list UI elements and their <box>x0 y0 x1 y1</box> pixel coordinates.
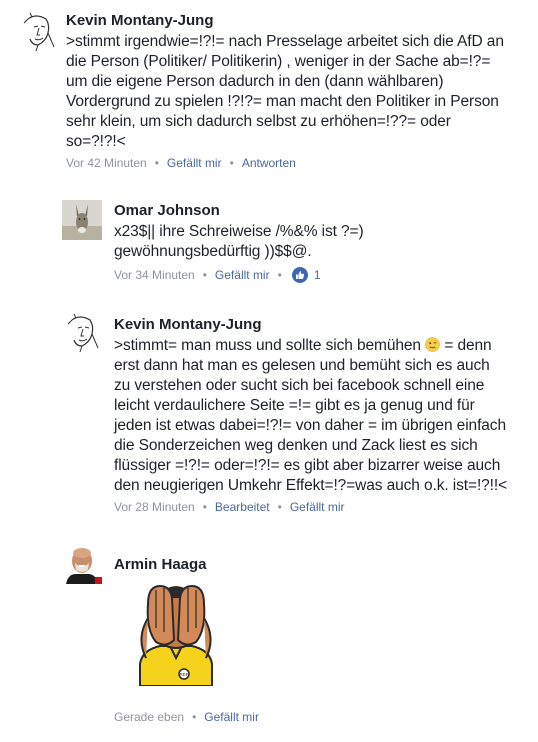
sticker-badge-text: REF <box>180 672 189 677</box>
sketch-face-avatar[interactable] <box>62 312 102 352</box>
referee-facepalm-sticker[interactable]: REF <box>126 578 226 687</box>
like-button[interactable]: Gefällt mir <box>215 268 270 282</box>
wink-emoji-icon <box>425 337 440 352</box>
comment-author[interactable]: Kevin Montany-Jung <box>66 12 214 29</box>
comment-time[interactable]: Vor 28 Minuten <box>114 500 195 514</box>
separator-dot: • <box>277 268 282 282</box>
reply-button[interactable]: Antworten <box>242 156 296 170</box>
comment-2: Omar Johnson x23$|| ihre Schreiweise /%&… <box>0 190 538 290</box>
edited-link[interactable]: Bearbeitet <box>215 500 270 514</box>
donkey-avatar[interactable] <box>62 200 102 240</box>
separator-dot: • <box>202 268 207 282</box>
comment-text: >stimmt= man muss und sollte sich bemühe… <box>114 336 534 496</box>
separator-dot: • <box>277 500 282 514</box>
like-button[interactable]: Gefällt mir <box>204 710 259 724</box>
comment-time[interactable]: Vor 42 Minuten <box>66 156 147 170</box>
separator-dot: • <box>229 156 234 170</box>
comment-author[interactable]: Omar Johnson <box>114 202 220 219</box>
sketch-face-avatar[interactable] <box>18 11 58 51</box>
comment-1: Kevin Montany-Jung >stimmt irgendwie=!?!… <box>0 0 538 180</box>
like-button[interactable]: Gefällt mir <box>290 500 345 514</box>
thumbs-up-icon <box>291 267 308 283</box>
separator-dot: • <box>154 156 159 170</box>
comment-meta: Vor 28 Minuten • Bearbeitet • Gefällt mi… <box>114 500 345 514</box>
comment-time[interactable]: Vor 34 Minuten <box>114 268 195 282</box>
comment-4: Armin Haaga REF Gerade eben • Gefällt mi… <box>0 534 538 742</box>
separator-dot: • <box>202 500 207 514</box>
comment-meta: Vor 42 Minuten • Gefällt mir • Antworten <box>66 156 296 170</box>
comment-meta: Vor 34 Minuten • Gefällt mir • 1 <box>114 267 321 283</box>
comment-author[interactable]: Armin Haaga <box>114 556 207 573</box>
comment-meta: Gerade eben • Gefällt mir <box>114 710 259 724</box>
comment-time[interactable]: Gerade eben <box>114 710 184 724</box>
bald-man-avatar[interactable] <box>62 544 102 584</box>
comment-text: x23$|| ihre Schreiweise /%&% ist ?=) gew… <box>114 223 364 260</box>
separator-dot: • <box>192 710 197 724</box>
like-button[interactable]: Gefällt mir <box>167 156 222 170</box>
comment-text: >stimmt irgendwie=!?!= nach Presselage a… <box>66 33 504 150</box>
comment-text-part-2: = denn erst dann hat man es gelesen und … <box>114 337 508 494</box>
comment-3: Kevin Montany-Jung >stimmt= man muss und… <box>0 304 538 524</box>
like-count: 1 <box>313 268 321 282</box>
comment-text-part-1: >stimmt= man muss und sollte sich bemühe… <box>114 337 426 354</box>
comment-author[interactable]: Kevin Montany-Jung <box>114 316 262 333</box>
like-reaction-badge[interactable]: 1 <box>291 267 321 283</box>
